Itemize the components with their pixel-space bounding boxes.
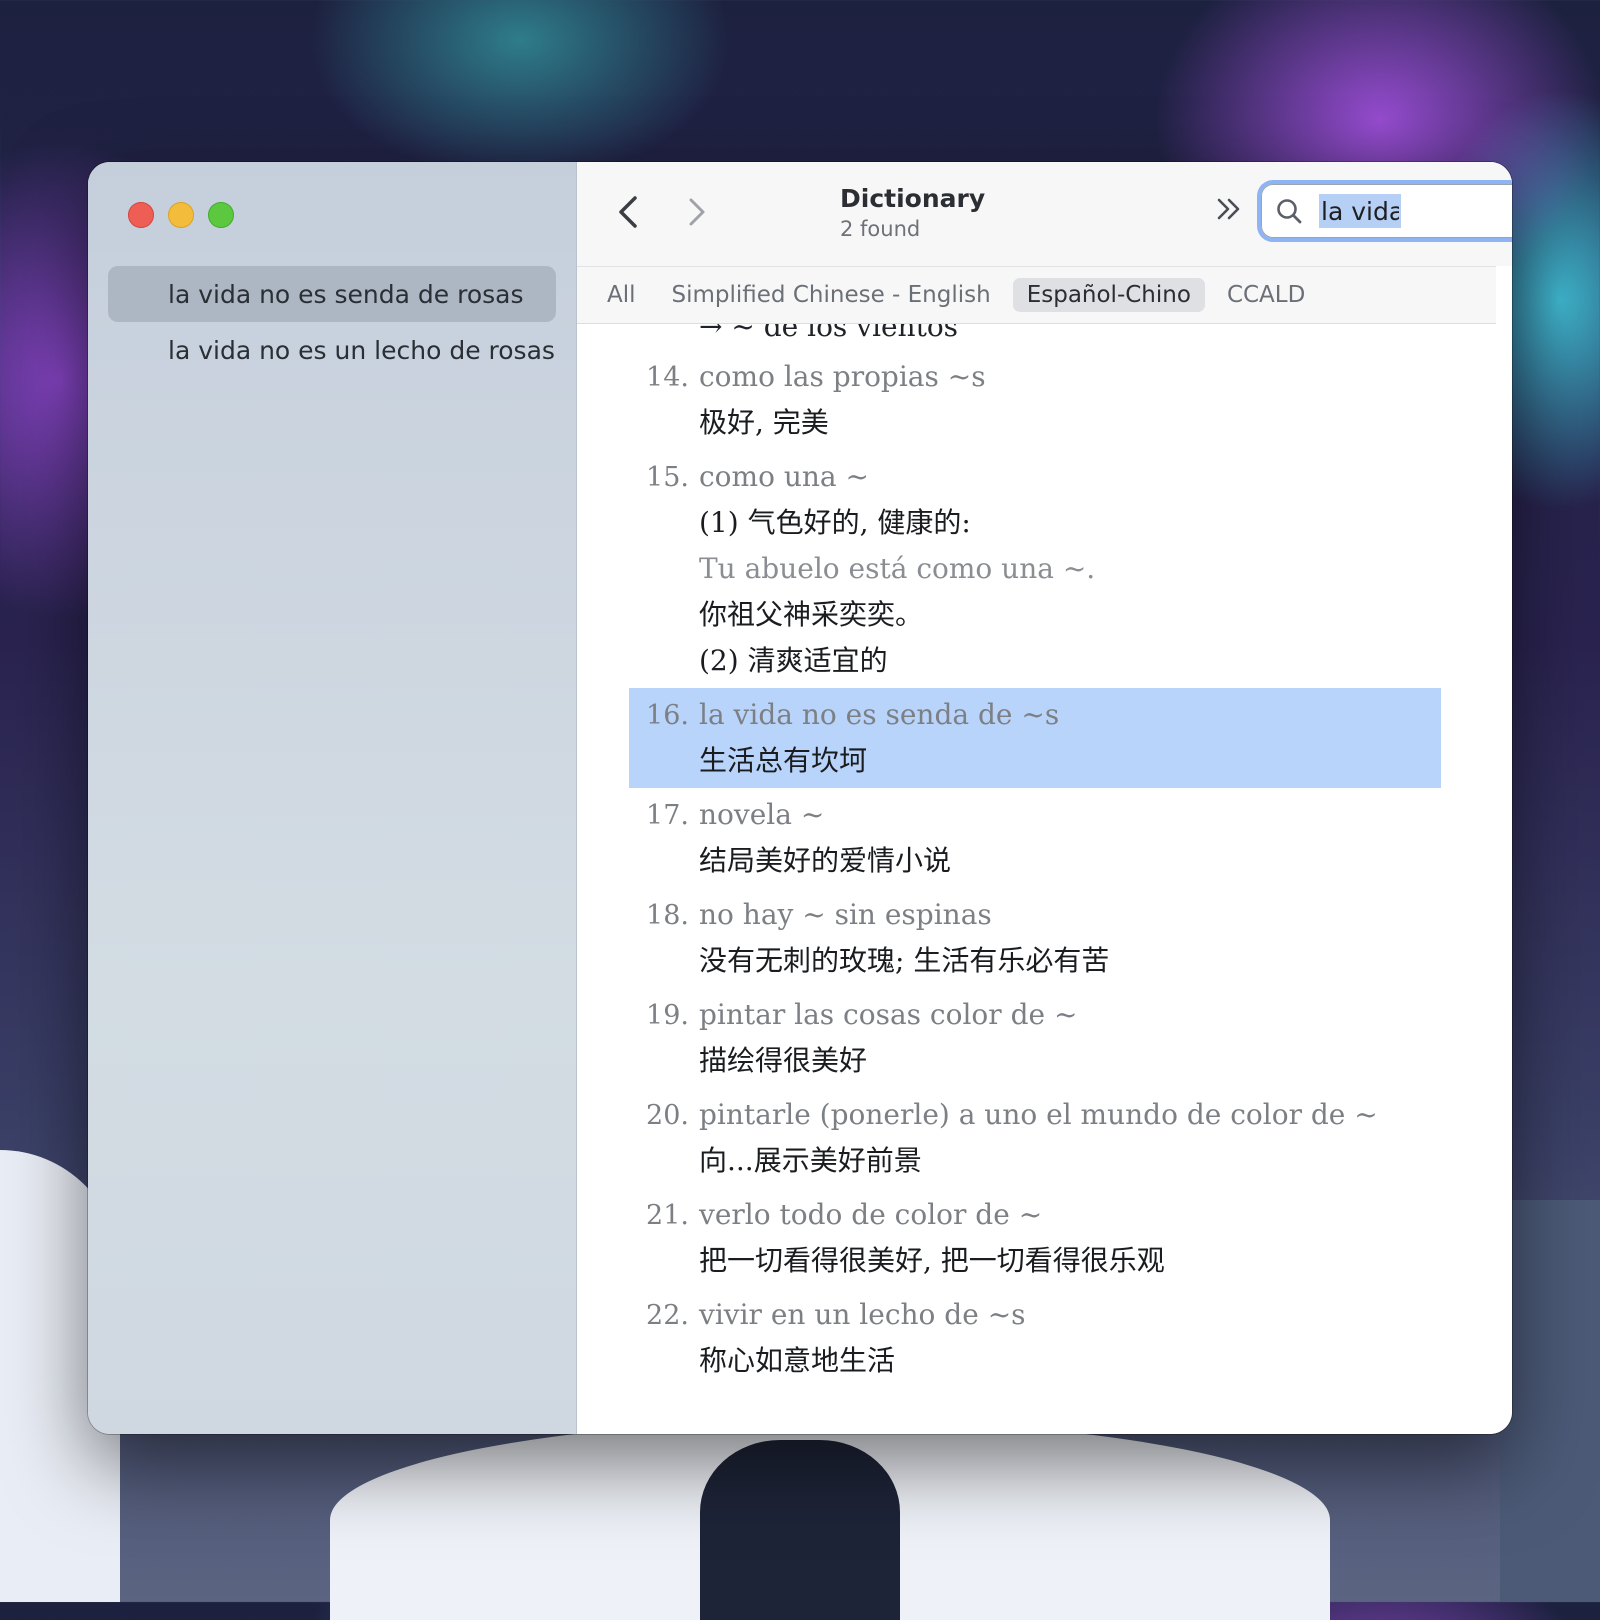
background-shape [1500, 1200, 1600, 1602]
entry-line: 称心如意地生活 [629, 1338, 1441, 1384]
entry-translation: 称心如意地生活 [699, 1344, 896, 1377]
entry-headline: 21. verlo todo de color de ~ [629, 1192, 1441, 1238]
entry-line: 极好, 完美 [629, 400, 1441, 446]
definition-entry[interactable]: 17. novela ~ 结局美好的爱情小说 [629, 788, 1441, 888]
entries-list: 14. como las propias ~s 极好, 完美 15. como una … [629, 350, 1441, 1388]
entry-translation: 你祖父神采奕奕。 [699, 598, 924, 631]
entry-phrase: como las propias ~s [699, 360, 986, 393]
search-result-item[interactable]: la vida no es un lecho de rosas [108, 322, 556, 378]
entry-line: Tu abuelo está como una ~. [629, 546, 1441, 592]
entry-number: 20. [646, 1100, 689, 1131]
filter-tab-ccald[interactable]: CCALD [1213, 278, 1319, 312]
entry-line: 结局美好的爱情小说 [629, 838, 1441, 884]
entry-phrase: novela ~ [699, 798, 825, 831]
search-icon [1277, 199, 1302, 224]
search-result-item[interactable]: la vida no es senda de rosas [108, 266, 556, 322]
minimize-window-button[interactable] [168, 202, 194, 228]
main-pane: Dictionary 2 found All Simplified Chines… [577, 162, 1512, 1434]
dictionary-window: la vida no es senda de rosas la vida no … [88, 162, 1512, 1434]
filter-tab-chinese-english[interactable]: Simplified Chinese - English [658, 278, 1005, 312]
background-shape [700, 1440, 900, 1620]
entry-translation: 没有无刺的玫瑰; 生活有乐必有苦 [699, 944, 1110, 977]
entry-number: 15. [646, 462, 689, 493]
chevron-right-icon [689, 198, 705, 226]
definition-entry[interactable]: 21. verlo todo de color de ~ 把一切看得很美好, 把一切… [629, 1188, 1441, 1288]
entry-translation: (1) 气色好的, 健康的: [699, 506, 971, 539]
back-button[interactable] [609, 192, 649, 232]
filter-tab-all[interactable]: All [593, 278, 650, 312]
entry-example: Tu abuelo está como una ~. [699, 552, 1096, 585]
results-count: 2 found [840, 217, 921, 241]
definition-content: → ~ de los vientos 14. como las propias ~… [577, 324, 1512, 1434]
entry-phrase: como una ~ [699, 460, 869, 493]
entry-headline: 16. la vida no es senda de ~s [629, 692, 1441, 738]
search-field[interactable] [1261, 184, 1512, 238]
definition-entry[interactable]: 22. vivir en un lecho de ~s 称心如意地生活 [629, 1288, 1441, 1388]
entry-line: 把一切看得很美好, 把一切看得很乐观 [629, 1238, 1441, 1284]
entry-translation: 向...展示美好前景 [699, 1144, 922, 1177]
sidebar: la vida no es senda de rosas la vida no … [88, 162, 577, 1434]
entry-line: 你祖父神采奕奕。 [629, 592, 1441, 638]
more-button[interactable] [1213, 192, 1247, 235]
entry-line: (2) 清爽适宜的 [629, 638, 1441, 684]
definition-entry[interactable]: 20. pintarle (ponerle) a uno el mundo de … [629, 1088, 1441, 1188]
entry-translation: 结局美好的爱情小说 [699, 844, 952, 877]
entry-phrase: pintarle (ponerle) a uno el mundo de col… [699, 1098, 1378, 1131]
filter-tab-espanol-chino[interactable]: Español-Chino [1012, 278, 1205, 312]
partial-entry: → ~ de los vientos [699, 324, 959, 343]
entry-number: 22. [646, 1300, 689, 1331]
search-input[interactable] [1319, 194, 1401, 228]
entry-number: 18. [646, 900, 689, 931]
definition-entry[interactable]: 18. no hay ~ sin espinas 没有无刺的玫瑰; 生活有乐必有苦 [629, 888, 1441, 988]
dictionary-filter-bar: All Simplified Chinese - English Español… [577, 266, 1496, 324]
definition-entry[interactable]: 19. pintar las cosas color de ~ 描绘得很美好 [629, 988, 1441, 1088]
entry-headline: 20. pintarle (ponerle) a uno el mundo de … [629, 1092, 1441, 1138]
entry-number: 17. [646, 800, 689, 831]
entry-headline: 19. pintar las cosas color de ~ [629, 992, 1441, 1038]
entry-headline: 18. no hay ~ sin espinas [629, 892, 1441, 938]
entry-headline: 22. vivir en un lecho de ~s [629, 1292, 1441, 1338]
entry-number: 19. [646, 1000, 689, 1031]
entry-phrase: pintar las cosas color de ~ [699, 998, 1078, 1031]
forward-button[interactable] [677, 192, 717, 232]
entry-number: 21. [646, 1200, 689, 1231]
entry-line: 向...展示美好前景 [629, 1138, 1441, 1184]
double-chevron-right-icon [1217, 198, 1240, 220]
title-block: Dictionary 2 found [840, 184, 985, 241]
page-title: Dictionary [840, 184, 986, 213]
entry-phrase: vivir en un lecho de ~s [699, 1298, 1026, 1331]
entry-translation: (2) 清爽适宜的 [699, 644, 888, 677]
definition-entry[interactable]: 14. como las propias ~s 极好, 完美 [629, 350, 1441, 450]
chevron-left-icon [619, 196, 637, 228]
window-controls [128, 202, 234, 228]
definition-entry[interactable]: 16. la vida no es senda de ~s 生活总有坎坷 [629, 688, 1441, 788]
entry-line: 没有无刺的玫瑰; 生活有乐必有苦 [629, 938, 1441, 984]
entry-headline: 14. como las propias ~s [629, 354, 1441, 400]
entry-line: (1) 气色好的, 健康的: [629, 500, 1441, 546]
entry-line: 生活总有坎坷 [629, 738, 1441, 784]
entry-number: 14. [646, 362, 689, 393]
definition-entry[interactable]: 15. como una ~ (1) 气色好的, 健康的: Tu abuelo est… [629, 450, 1441, 688]
toolbar: Dictionary 2 found [577, 162, 1512, 266]
entry-translation: 把一切看得很美好, 把一切看得很乐观 [699, 1244, 1165, 1277]
entry-headline: 17. novela ~ [629, 792, 1441, 838]
entry-translation: 描绘得很美好 [699, 1044, 868, 1077]
entry-headline: 15. como una ~ [629, 454, 1441, 500]
search-results-list: la vida no es senda de rosas la vida no … [108, 266, 556, 378]
entry-translation: 生活总有坎坷 [699, 744, 868, 777]
close-window-button[interactable] [128, 202, 154, 228]
entry-number: 16. [646, 700, 689, 731]
entry-phrase: no hay ~ sin espinas [699, 898, 992, 931]
entry-phrase: verlo todo de color de ~ [699, 1198, 1043, 1231]
entry-translation: 极好, 完美 [699, 406, 829, 439]
zoom-window-button[interactable] [208, 202, 234, 228]
entry-phrase: la vida no es senda de ~s [699, 698, 1060, 731]
entry-line: 描绘得很美好 [629, 1038, 1441, 1084]
